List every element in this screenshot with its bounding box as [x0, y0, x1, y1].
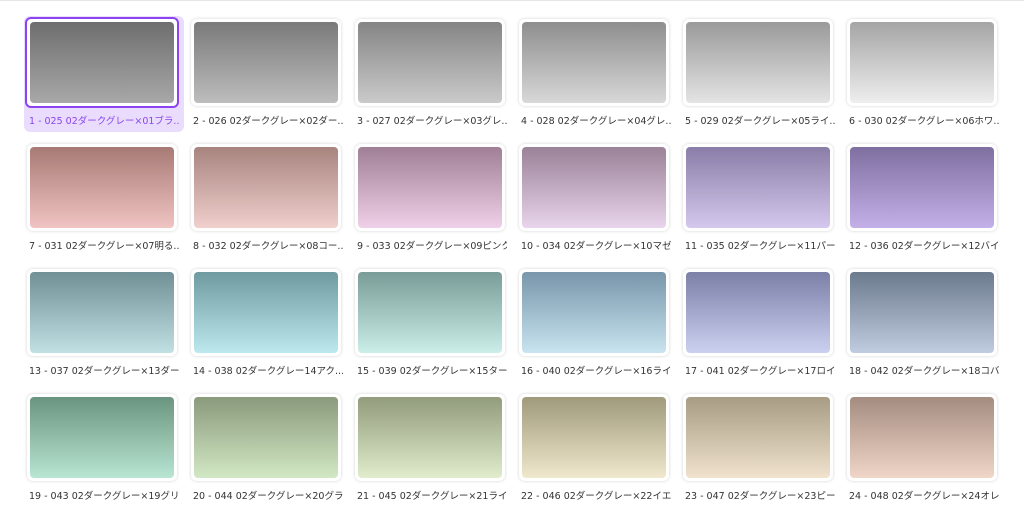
gradient-swatch — [850, 272, 994, 353]
thumbnail-card[interactable] — [683, 394, 833, 481]
thumbnail-label: 3 - 027 02ダークグレー×03グレ... — [357, 116, 507, 127]
thumbnail-label: 9 - 033 02ダークグレー×09ピンク — [357, 241, 507, 252]
gradient-swatch — [686, 147, 830, 228]
top-divider — [0, 0, 1024, 1]
gradient-swatch — [194, 22, 338, 103]
thumbnail-item[interactable]: 1 - 025 02ダークグレー×01ブラ... — [24, 16, 184, 132]
thumbnail-card[interactable] — [519, 144, 669, 231]
thumbnail-label: 11 - 035 02ダークグレー×11パー... — [685, 241, 835, 252]
gradient-swatch — [30, 272, 174, 353]
thumbnail-item[interactable]: 9 - 033 02ダークグレー×09ピンク — [352, 141, 512, 257]
thumbnail-label: 8 - 032 02ダークグレー×08コー... — [193, 241, 343, 252]
thumbnail-label: 7 - 031 02ダークグレー×07明る... — [29, 241, 179, 252]
thumbnail-label: 16 - 040 02ダークグレー×16ライ... — [521, 366, 671, 377]
gradient-swatch — [686, 22, 830, 103]
thumbnail-card[interactable] — [519, 19, 669, 106]
thumbnail-card[interactable] — [355, 269, 505, 356]
thumbnail-card[interactable] — [355, 144, 505, 231]
thumbnail-card[interactable] — [191, 19, 341, 106]
thumbnail-label: 22 - 046 02ダークグレー×22イエ... — [521, 491, 671, 502]
gradient-swatch — [358, 397, 502, 478]
thumbnail-card[interactable] — [519, 394, 669, 481]
thumbnail-card[interactable] — [191, 394, 341, 481]
thumbnail-item[interactable]: 21 - 045 02ダークグレー×21ライム — [352, 391, 512, 507]
thumbnail-item[interactable]: 6 - 030 02ダークグレー×06ホワ... — [844, 16, 1004, 132]
gradient-swatch — [686, 397, 830, 478]
gradient-swatch — [850, 22, 994, 103]
gradient-swatch — [850, 147, 994, 228]
thumbnail-label: 10 - 034 02ダークグレー×10マゼ... — [521, 241, 671, 252]
gradient-swatch — [358, 22, 502, 103]
thumbnail-card[interactable] — [847, 269, 997, 356]
thumbnail-label: 14 - 038 02ダークグレー14アク... — [193, 366, 343, 377]
gradient-swatch — [30, 397, 174, 478]
thumbnail-label: 20 - 044 02ダークグレー×20グラ... — [193, 491, 343, 502]
thumbnail-item[interactable]: 13 - 037 02ダークグレー×13ダー... — [24, 266, 184, 382]
thumbnail-label: 23 - 047 02ダークグレー×23ピーチ — [685, 491, 835, 502]
thumbnail-card[interactable] — [355, 394, 505, 481]
thumbnail-item[interactable]: 20 - 044 02ダークグレー×20グラ... — [188, 391, 348, 507]
thumbnail-label: 1 - 025 02ダークグレー×01ブラ... — [29, 116, 179, 127]
thumbnail-card[interactable] — [519, 269, 669, 356]
thumbnail-card[interactable] — [683, 144, 833, 231]
gradient-swatch — [522, 22, 666, 103]
thumbnail-label: 2 - 026 02ダークグレー×02ダー... — [193, 116, 343, 127]
thumbnail-item[interactable]: 18 - 042 02ダークグレー×18コバ... — [844, 266, 1004, 382]
thumbnail-label: 17 - 041 02ダークグレー×17ロイ... — [685, 366, 835, 377]
thumbnail-item[interactable]: 8 - 032 02ダークグレー×08コー... — [188, 141, 348, 257]
thumbnail-card[interactable] — [27, 394, 177, 481]
thumbnail-card[interactable] — [27, 144, 177, 231]
thumbnail-label: 21 - 045 02ダークグレー×21ライム — [357, 491, 507, 502]
thumbnail-label: 13 - 037 02ダークグレー×13ダー... — [29, 366, 179, 377]
thumbnail-label: 4 - 028 02ダークグレー×04グレ... — [521, 116, 671, 127]
thumbnail-item[interactable]: 7 - 031 02ダークグレー×07明る... — [24, 141, 184, 257]
thumbnail-item[interactable]: 15 - 039 02ダークグレー×15ター... — [352, 266, 512, 382]
thumbnail-card[interactable] — [683, 269, 833, 356]
gradient-swatch — [522, 397, 666, 478]
thumbnail-item[interactable]: 17 - 041 02ダークグレー×17ロイ... — [680, 266, 840, 382]
thumbnail-item[interactable]: 3 - 027 02ダークグレー×03グレ... — [352, 16, 512, 132]
gradient-swatch — [850, 397, 994, 478]
thumbnail-card[interactable] — [27, 269, 177, 356]
gradient-swatch — [194, 272, 338, 353]
thumbnail-item[interactable]: 16 - 040 02ダークグレー×16ライ... — [516, 266, 676, 382]
thumbnail-item[interactable]: 24 - 048 02ダークグレー×24オレ... — [844, 391, 1004, 507]
thumbnail-card[interactable] — [847, 394, 997, 481]
thumbnail-label: 15 - 039 02ダークグレー×15ター... — [357, 366, 507, 377]
thumbnail-card[interactable] — [191, 144, 341, 231]
thumbnail-label: 5 - 029 02ダークグレー×05ライ... — [685, 116, 835, 127]
thumbnail-label: 6 - 030 02ダークグレー×06ホワ... — [849, 116, 999, 127]
gradient-swatch — [30, 22, 174, 103]
thumbnail-label: 18 - 042 02ダークグレー×18コバ... — [849, 366, 999, 377]
thumbnail-label: 24 - 048 02ダークグレー×24オレ... — [849, 491, 999, 502]
thumbnail-item[interactable]: 14 - 038 02ダークグレー14アク... — [188, 266, 348, 382]
thumbnail-card[interactable] — [355, 19, 505, 106]
thumbnail-item[interactable]: 22 - 046 02ダークグレー×22イエ... — [516, 391, 676, 507]
gradient-swatch — [358, 147, 502, 228]
thumbnail-item[interactable]: 11 - 035 02ダークグレー×11パー... — [680, 141, 840, 257]
gradient-thumbnail-grid: 1 - 025 02ダークグレー×01ブラ... 2 - 026 02ダークグレー… — [24, 16, 1004, 507]
thumbnail-card[interactable] — [683, 19, 833, 106]
gradient-swatch — [194, 397, 338, 478]
thumbnail-item[interactable]: 2 - 026 02ダークグレー×02ダー... — [188, 16, 348, 132]
thumbnail-label: 12 - 036 02ダークグレー×12バイ... — [849, 241, 999, 252]
gradient-swatch — [522, 272, 666, 353]
gradient-swatch — [358, 272, 502, 353]
thumbnail-card[interactable] — [847, 19, 997, 106]
thumbnail-card[interactable] — [847, 144, 997, 231]
gradient-swatch — [194, 147, 338, 228]
gradient-swatch — [522, 147, 666, 228]
thumbnail-item[interactable]: 4 - 028 02ダークグレー×04グレ... — [516, 16, 676, 132]
thumbnail-item[interactable]: 23 - 047 02ダークグレー×23ピーチ — [680, 391, 840, 507]
thumbnail-item[interactable]: 19 - 043 02ダークグレー×19グリ... — [24, 391, 184, 507]
thumbnail-card[interactable] — [25, 17, 179, 108]
thumbnail-label: 19 - 043 02ダークグレー×19グリ... — [29, 491, 179, 502]
gradient-swatch — [30, 147, 174, 228]
thumbnail-item[interactable]: 5 - 029 02ダークグレー×05ライ... — [680, 16, 840, 132]
gradient-swatch — [686, 272, 830, 353]
thumbnail-card[interactable] — [191, 269, 341, 356]
thumbnail-item[interactable]: 12 - 036 02ダークグレー×12バイ... — [844, 141, 1004, 257]
thumbnail-item[interactable]: 10 - 034 02ダークグレー×10マゼ... — [516, 141, 676, 257]
